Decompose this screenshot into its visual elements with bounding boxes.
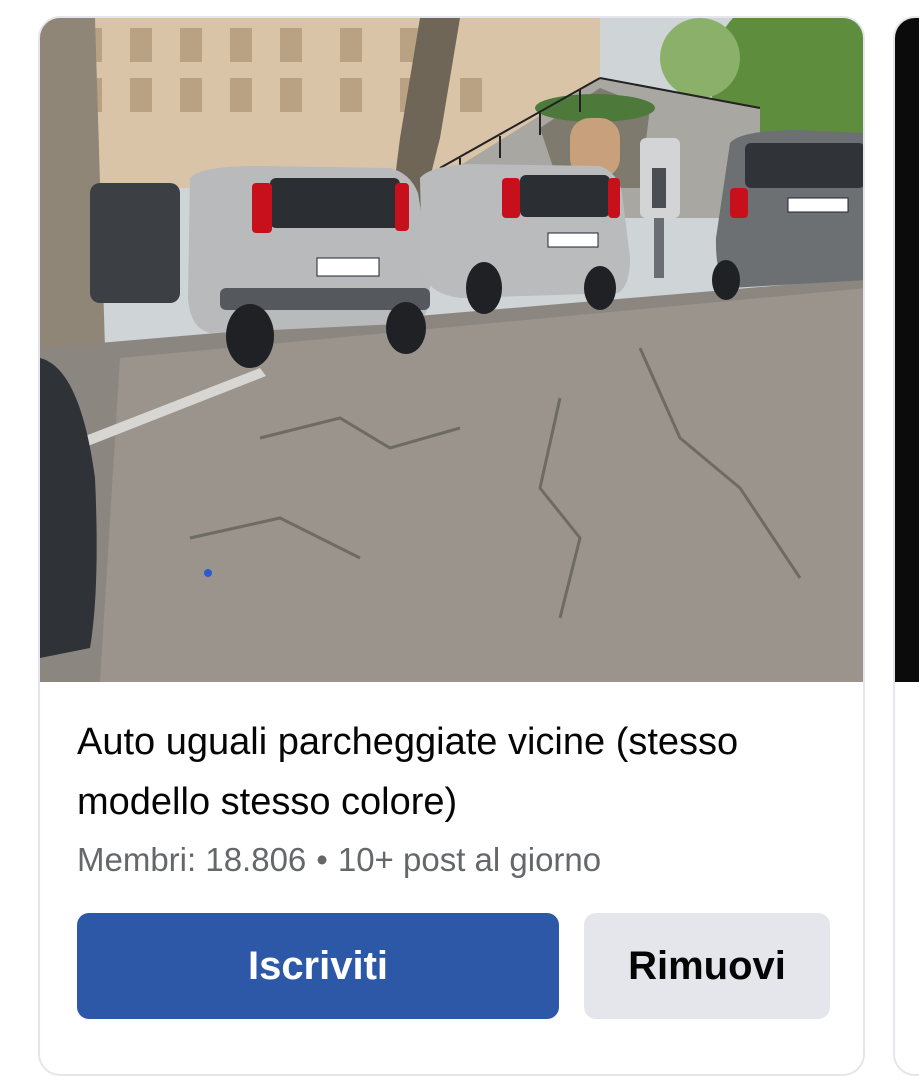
post-activity: 10+ post al giorno xyxy=(337,841,602,878)
next-group-cover-photo xyxy=(895,18,919,682)
group-info: Auto uguali parcheggiate vicine (stesso … xyxy=(77,712,837,882)
meta-separator: • xyxy=(316,841,328,878)
group-title[interactable]: Auto uguali parcheggiate vicine (stesso … xyxy=(77,712,837,832)
next-group-card-peek[interactable] xyxy=(893,16,919,1076)
group-cover-photo[interactable] xyxy=(40,18,863,682)
members-count: Membri: 18.806 xyxy=(77,841,307,878)
remove-suggestion-button[interactable]: Rimuovi xyxy=(584,913,830,1019)
join-group-button[interactable]: Iscriviti xyxy=(77,913,559,1019)
group-meta: Membri: 18.806 • 10+ post al giorno xyxy=(77,838,837,882)
group-suggestion-card[interactable]: Auto uguali parcheggiate vicine (stesso … xyxy=(38,16,865,1076)
